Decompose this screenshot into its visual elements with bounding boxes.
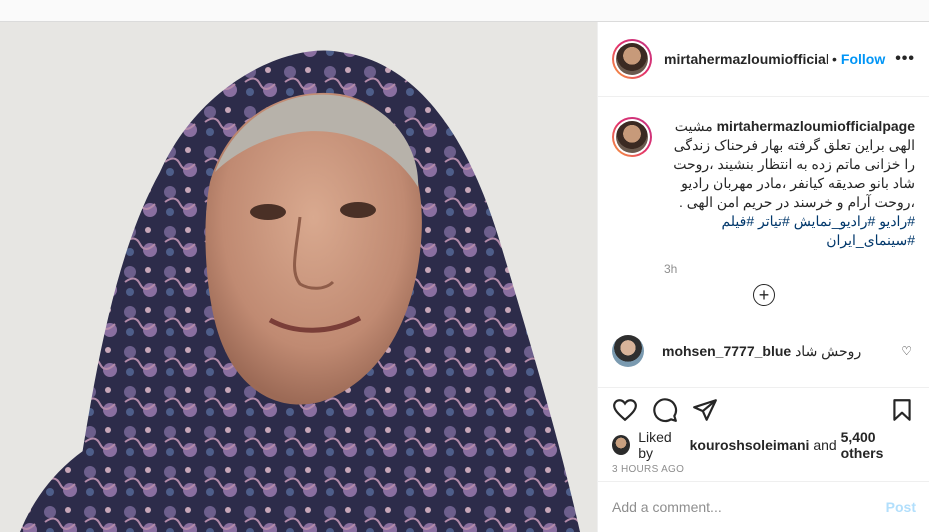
caption-hashtags[interactable]: #رادیو #رادیو_نمایش #تیاتر #فیلم #سینمای… xyxy=(721,213,915,248)
likes-summary: Liked by kouroshsoleimani and 5,400 othe… xyxy=(598,429,929,461)
caption-avatar[interactable] xyxy=(612,117,652,157)
post-comment-button[interactable]: Post xyxy=(886,499,916,515)
post-header: mirtahermazloumiofficialp • Follow ••• xyxy=(598,22,929,97)
post-photo[interactable] xyxy=(0,22,597,532)
caption-time: 3h xyxy=(664,262,678,276)
caption-text: mirtahermazloumiofficialpage مشیت الهی ب… xyxy=(666,117,915,250)
likes-and: and xyxy=(813,437,837,453)
plus-circle-icon: + xyxy=(758,285,770,305)
paper-plane-icon[interactable] xyxy=(692,397,718,423)
add-comment-bar: Add a comment... Post xyxy=(598,481,929,532)
caption-username[interactable]: mirtahermazloumiofficialpage xyxy=(717,118,915,134)
likes-prefix: Liked by xyxy=(638,429,672,461)
liker-username[interactable]: kouroshsoleimani xyxy=(690,437,810,453)
liker-avatar[interactable] xyxy=(612,435,631,455)
bookmark-icon[interactable] xyxy=(889,397,915,423)
commenter-avatar[interactable] xyxy=(612,335,644,367)
comment-username[interactable]: mohsen_7777_blue xyxy=(662,343,791,359)
caption: mirtahermazloumiofficialpage مشیت الهی ب… xyxy=(598,97,929,250)
action-bar xyxy=(598,388,929,432)
comment-like-heart-icon[interactable]: ♡ xyxy=(901,344,912,358)
likes-others[interactable]: 5,400 others xyxy=(841,429,915,461)
comment-item: mohsen_7777_blue روحش شاد ♡ xyxy=(612,335,912,367)
load-more-comments-icon[interactable]: + xyxy=(753,284,775,306)
author-username[interactable]: mirtahermazloumiofficialp xyxy=(664,51,828,67)
heart-icon[interactable] xyxy=(612,397,638,423)
comment-input[interactable]: Add a comment... xyxy=(612,499,722,515)
comment-text: mohsen_7777_blue روحش شاد xyxy=(662,343,861,360)
author-avatar[interactable] xyxy=(612,39,652,79)
portrait-image xyxy=(0,22,597,532)
separator-dot: • xyxy=(832,51,837,67)
comments-section[interactable]: mirtahermazloumiofficialpage مشیت الهی ب… xyxy=(598,97,929,388)
comment-icon[interactable] xyxy=(652,397,678,423)
top-bar xyxy=(0,0,929,22)
more-options-icon[interactable]: ••• xyxy=(895,50,915,68)
follow-button[interactable]: Follow xyxy=(841,51,885,67)
comment-body: روحش شاد xyxy=(795,342,862,359)
post-side-panel: mirtahermazloumiofficialp • Follow ••• m… xyxy=(597,22,929,532)
instagram-post-page: mirtahermazloumiofficialp • Follow ••• m… xyxy=(0,0,929,532)
